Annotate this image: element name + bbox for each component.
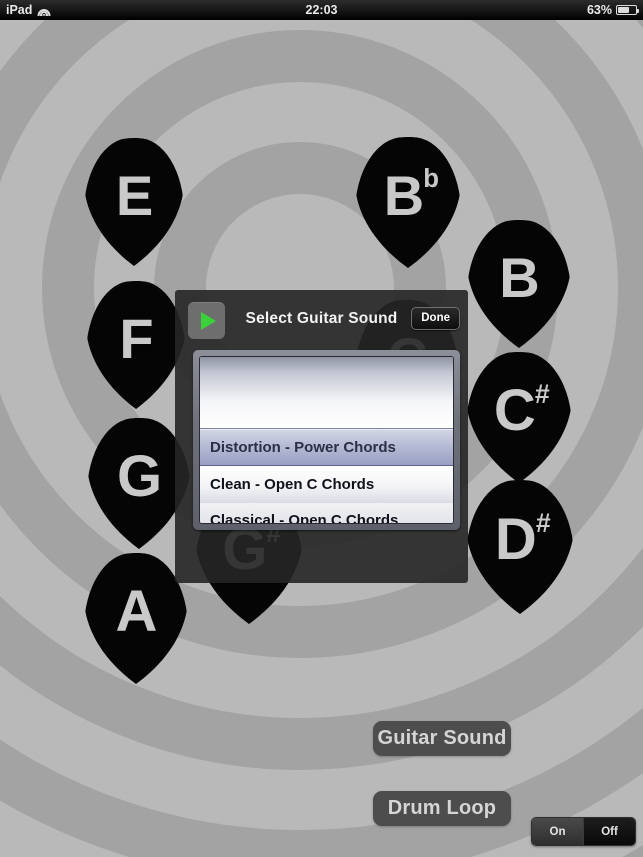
sharp-icon: # <box>535 507 550 538</box>
pick-label: F <box>119 306 153 370</box>
pick-label: B <box>499 245 539 309</box>
guitar-sound-picker[interactable]: Distortion - Power Chords Clean - Open C… <box>193 350 460 530</box>
battery-icon <box>616 5 640 15</box>
picker-option-clean[interactable]: Clean - Open C Chords <box>200 466 453 503</box>
app-canvas: EBbBFCC#GG#D#A Select Guitar Sound Done … <box>0 20 643 857</box>
status-bar: iPad 22:03 63% <box>0 0 643 20</box>
pick-label: G <box>116 443 162 509</box>
status-bar-time: 22:03 <box>305 3 338 17</box>
drum-toggle-on[interactable]: On <box>532 818 583 845</box>
picker-row-blank[interactable] <box>200 357 453 428</box>
drum-loop-toggle[interactable]: On Off <box>531 817 636 846</box>
pick-label: C # <box>493 377 549 443</box>
pick-label: D # <box>494 507 550 573</box>
pick-label: E <box>115 163 153 227</box>
guitar-sound-modal: Select Guitar Sound Done Distortion - Po… <box>175 290 468 583</box>
picker-option-distortion[interactable]: Distortion - Power Chords <box>200 428 453 466</box>
drum-toggle-off[interactable]: Off <box>583 818 635 845</box>
picker-inner[interactable]: Distortion - Power Chords Clean - Open C… <box>199 356 454 524</box>
battery-percent: 63% <box>586 3 612 17</box>
status-bar-right: 63% <box>586 3 640 17</box>
modal-header: Select Guitar Sound Done <box>175 298 468 344</box>
done-button[interactable]: Done <box>411 307 460 330</box>
guitar-sound-button[interactable]: Guitar Sound <box>373 721 511 756</box>
drum-loop-button[interactable]: Drum Loop <box>373 791 511 826</box>
pick-label: Bb <box>383 163 438 227</box>
pick-label: A <box>115 578 157 644</box>
picker-option-classical[interactable]: Classical - Open C Chords <box>200 502 453 523</box>
flat-icon: b <box>423 164 438 193</box>
sharp-icon: # <box>534 378 549 409</box>
